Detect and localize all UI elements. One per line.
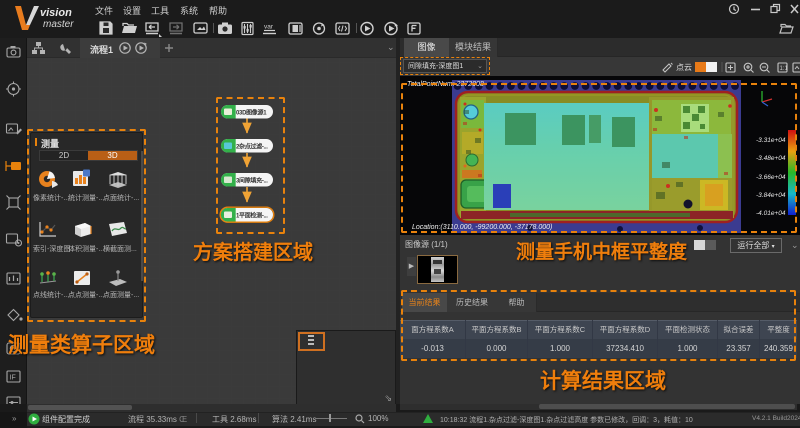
svg-text:var: var: [264, 24, 274, 31]
svg-text:点云: 点云: [676, 63, 692, 72]
svg-text:vision: vision: [40, 7, 72, 19]
svg-text:IF: IF: [10, 375, 16, 382]
svg-text:1:1: 1:1: [780, 66, 789, 72]
svg-text:master: master: [43, 19, 74, 30]
